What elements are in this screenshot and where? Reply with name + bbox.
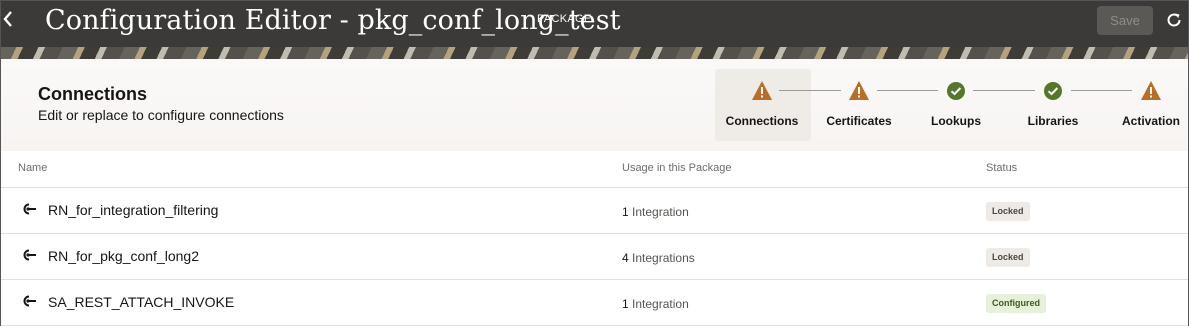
status-badge: Locked [986,202,1030,221]
usage-unit: Integrations [632,251,695,265]
usage-unit: Integration [632,205,689,219]
train-connector [973,90,1035,91]
connection-icon [19,248,37,262]
status-badge: Locked [986,248,1030,267]
table-header: Name Usage in this Package Status [1,151,1188,188]
usage-number: 4 [622,251,629,265]
header-pattern [1,47,1188,59]
train-stepper: Connections Certificates Lookups Librari… [1,59,1188,151]
step-label-activation[interactable]: Activation [1096,114,1189,128]
save-button[interactable]: Save [1097,6,1153,35]
connection-name[interactable]: SA_REST_ATTACH_INVOKE [48,294,234,310]
app-header: Configuration Editor - pkg_conf_long_tes… [1,1,1188,59]
step-label-connections[interactable]: Connections [707,114,817,128]
usage-number: 1 [622,205,629,219]
train-connector [779,90,841,91]
column-header-usage[interactable]: Usage in this Package [622,162,731,174]
step-label-lookups[interactable]: Lookups [901,114,1011,128]
column-header-status[interactable]: Status [986,162,1017,174]
step-label-certificates[interactable]: Certificates [804,114,914,128]
warning-icon[interactable] [848,80,870,102]
refresh-icon[interactable] [1165,11,1183,29]
usage-count: 4 Integrations [622,251,695,265]
back-icon[interactable] [3,10,15,30]
page-title: Configuration Editor - pkg_conf_long_tes… [45,5,621,36]
check-icon[interactable] [945,80,967,102]
column-header-name[interactable]: Name [18,162,47,174]
check-icon[interactable] [1042,80,1064,102]
train-connector [877,90,938,91]
usage-count: 1 Integration [622,297,689,311]
usage-unit: Integration [632,297,689,311]
package-badge: PACKAGE [537,13,592,25]
warning-icon[interactable] [751,80,773,102]
step-label-libraries[interactable]: Libraries [998,114,1108,128]
connection-icon [19,202,37,216]
connection-icon [19,294,37,308]
table-row[interactable]: RN_for_integration_filtering 1 Integrati… [1,188,1188,234]
section-banner: Connections Edit or replace to configure… [1,59,1188,151]
connection-name[interactable]: RN_for_integration_filtering [48,202,218,218]
connection-name[interactable]: RN_for_pkg_conf_long2 [48,248,199,264]
usage-number: 1 [622,297,629,311]
table-row[interactable]: SA_REST_ATTACH_INVOKE 1 Integration Conf… [1,280,1188,326]
status-badge: Configured [986,294,1046,313]
warning-icon[interactable] [1140,80,1162,102]
usage-count: 1 Integration [622,205,689,219]
train-connector [1071,90,1132,91]
table-row[interactable]: RN_for_pkg_conf_long2 4 Integrations Loc… [1,234,1188,280]
